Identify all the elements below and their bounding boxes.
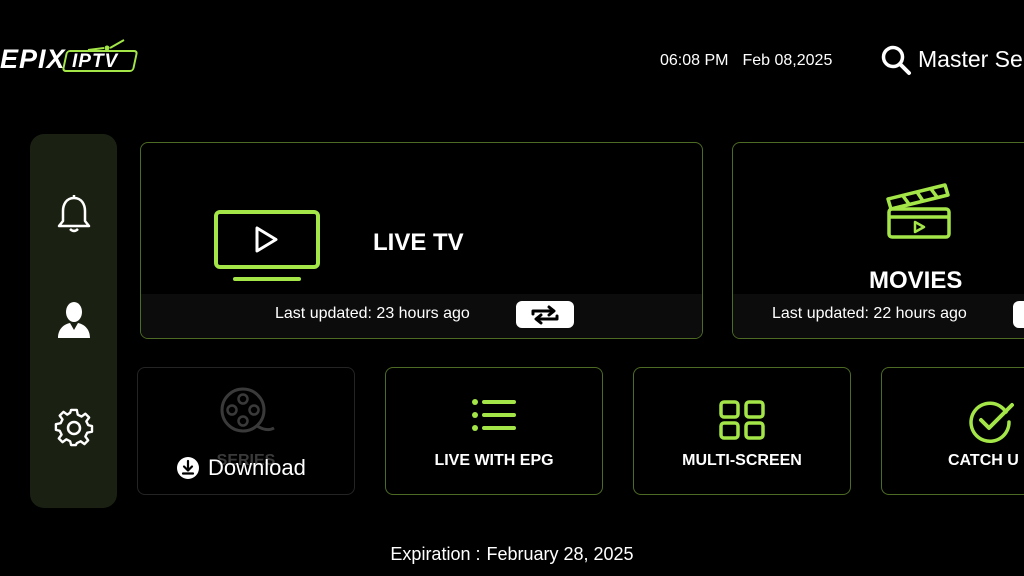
search-icon xyxy=(881,45,911,75)
multi-screen-title: MULTI-SCREEN xyxy=(682,452,802,469)
live-tv-updated: Last updated: 23 hours ago xyxy=(275,305,470,322)
grid-icon xyxy=(719,400,765,440)
sidebar-notifications-button[interactable] xyxy=(52,192,96,236)
app-logo: EPIX IPTV xyxy=(0,38,140,82)
multi-screen-card[interactable]: MULTI-SCREEN xyxy=(633,367,851,495)
master-search-button[interactable]: Master Se xyxy=(880,42,1024,78)
search-label: Master Se xyxy=(918,46,1023,72)
download-label: Download xyxy=(208,455,306,480)
refresh-icon xyxy=(531,305,559,324)
movies-card[interactable]: MOVIES Last updated: 22 hours ago xyxy=(732,142,1024,339)
expiration-info: Expiration : February 28, 2025 xyxy=(0,544,1024,565)
tv-play-icon xyxy=(214,210,320,281)
download-button[interactable]: Download xyxy=(176,455,306,481)
list-icon xyxy=(472,399,516,431)
live-tv-footer: Last updated: 23 hours ago xyxy=(141,294,702,338)
catch-up-title: CATCH U xyxy=(948,452,1019,469)
sidebar-account-button[interactable] xyxy=(52,298,96,342)
live-tv-card[interactable]: LIVE TV Last updated: 23 hours ago xyxy=(140,142,703,339)
check-circle-icon xyxy=(969,401,1014,443)
user-icon xyxy=(58,302,90,338)
datetime: 06:08 PM Feb 08,2025 xyxy=(660,52,832,70)
clock-time: 06:08 PM xyxy=(660,52,729,69)
live-tv-title: LIVE TV xyxy=(373,229,464,256)
bell-icon xyxy=(57,195,91,233)
catch-up-card[interactable]: CATCH U xyxy=(881,367,1024,495)
movies-updated: Last updated: 22 hours ago xyxy=(772,305,967,322)
logo-text-iptv: IPTV xyxy=(72,51,119,72)
sidebar xyxy=(30,134,117,508)
movies-title: MOVIES xyxy=(869,267,963,294)
download-icon xyxy=(177,457,199,479)
sidebar-settings-button[interactable] xyxy=(52,406,96,450)
expiration-date: February 28, 2025 xyxy=(486,544,634,564)
live-epg-card[interactable]: LIVE WITH EPG xyxy=(385,367,603,495)
movies-footer: Last updated: 22 hours ago xyxy=(733,294,1024,338)
live-tv-refresh-button[interactable] xyxy=(516,301,574,328)
clock-date: Feb 08,2025 xyxy=(742,52,833,69)
gear-icon xyxy=(54,408,94,447)
movies-refresh-button[interactable] xyxy=(1013,301,1024,328)
clapperboard-icon xyxy=(886,183,951,239)
film-reel-icon xyxy=(220,387,275,433)
live-epg-title: LIVE WITH EPG xyxy=(434,452,554,469)
expiration-label: Expiration : xyxy=(390,544,481,564)
logo-text-epix: EPIX xyxy=(0,44,66,74)
